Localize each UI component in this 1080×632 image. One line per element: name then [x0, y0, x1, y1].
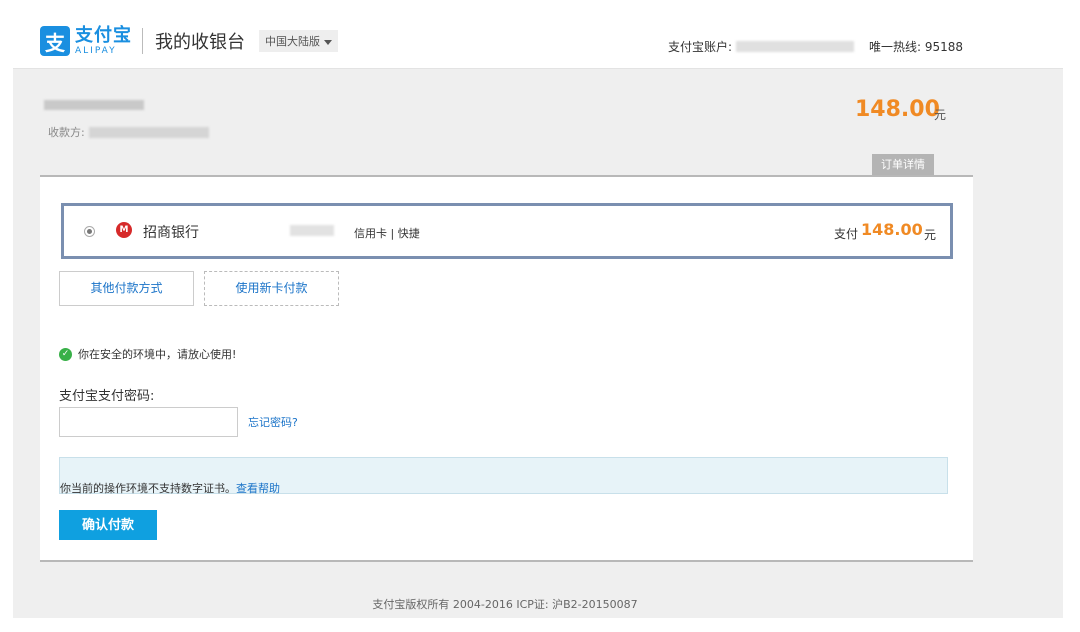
pay-unit: 元 [924, 228, 937, 242]
logo-text: 支付宝 ALIPAY [75, 24, 132, 56]
notice-text-wrap: 你当前的操作环境不支持数字证书。查看帮助 [60, 480, 280, 496]
notice-text: 你当前的操作环境不支持数字证书。 [60, 482, 236, 495]
account-value-redacted [736, 41, 855, 52]
footer-copyright: 支付宝版权所有 2004-2016 ICP证: 沪B2-20150087 [372, 598, 638, 611]
order-amount-unit: 元 [934, 108, 947, 122]
header: 支 支付宝 ALIPAY 我的收银台 中国大陆版 支付宝账户: 唯一热线: 95… [0, 0, 1080, 68]
logo-cn: 支付宝 [75, 24, 132, 46]
pay-amount: 148.00 [861, 220, 923, 239]
caret-down-icon [324, 39, 332, 45]
password-input[interactable] [59, 407, 238, 437]
alipay-logo[interactable]: 支 支付宝 ALIPAY 我的收银台 中国大陆版 [40, 26, 338, 56]
account-label: 支付宝账户: [668, 40, 733, 54]
other-payment-methods-button[interactable]: 其他付款方式 [59, 271, 194, 306]
bank-radio[interactable] [84, 226, 95, 237]
bank-name: 招商银行 [143, 225, 199, 241]
card-type: 信用卡 | 快捷 [354, 227, 420, 240]
pay-label: 支付 [834, 227, 859, 241]
logo-divider [142, 28, 143, 54]
order-amount: 148.00 [855, 97, 940, 122]
use-new-card-button[interactable]: 使用新卡付款 [204, 271, 339, 306]
account-info: 支付宝账户: [668, 38, 855, 55]
check-circle-icon: ✓ [59, 347, 72, 361]
logo-en: ALIPAY [75, 45, 117, 56]
payee-value-redacted [88, 126, 209, 138]
certificate-notice: 你当前的操作环境不支持数字证书。查看帮助 [59, 457, 948, 496]
card-number-redacted [290, 225, 334, 236]
security-message: ✓ 你在安全的环境中，请放心使用! [59, 346, 236, 362]
payee-label: 收款方: [48, 126, 85, 139]
hotline: 唯一热线: 95188 [869, 40, 964, 54]
payee: 收款方: [48, 124, 209, 140]
order-name-redacted [44, 100, 144, 110]
confirm-payment-button[interactable]: 确认付款 [59, 510, 157, 540]
region-label: 中国大陆版 [265, 35, 320, 48]
selected-bank-card[interactable]: M 招商银行 信用卡 | 快捷 支付 148.00 元 [61, 203, 953, 259]
alipay-logo-icon: 支 [40, 26, 70, 56]
security-text: 你在安全的环境中，请放心使用! [78, 348, 237, 361]
help-link[interactable]: 查看帮助 [236, 482, 280, 495]
cmb-bank-icon: M [116, 222, 132, 238]
password-label: 支付宝支付密码: [59, 389, 155, 404]
region-selector[interactable]: 中国大陆版 [259, 30, 338, 52]
order-detail-button[interactable]: 订单详情 [872, 154, 934, 175]
forgot-password-link[interactable]: 忘记密码? [248, 414, 298, 430]
page-title: 我的收银台 [155, 32, 245, 53]
